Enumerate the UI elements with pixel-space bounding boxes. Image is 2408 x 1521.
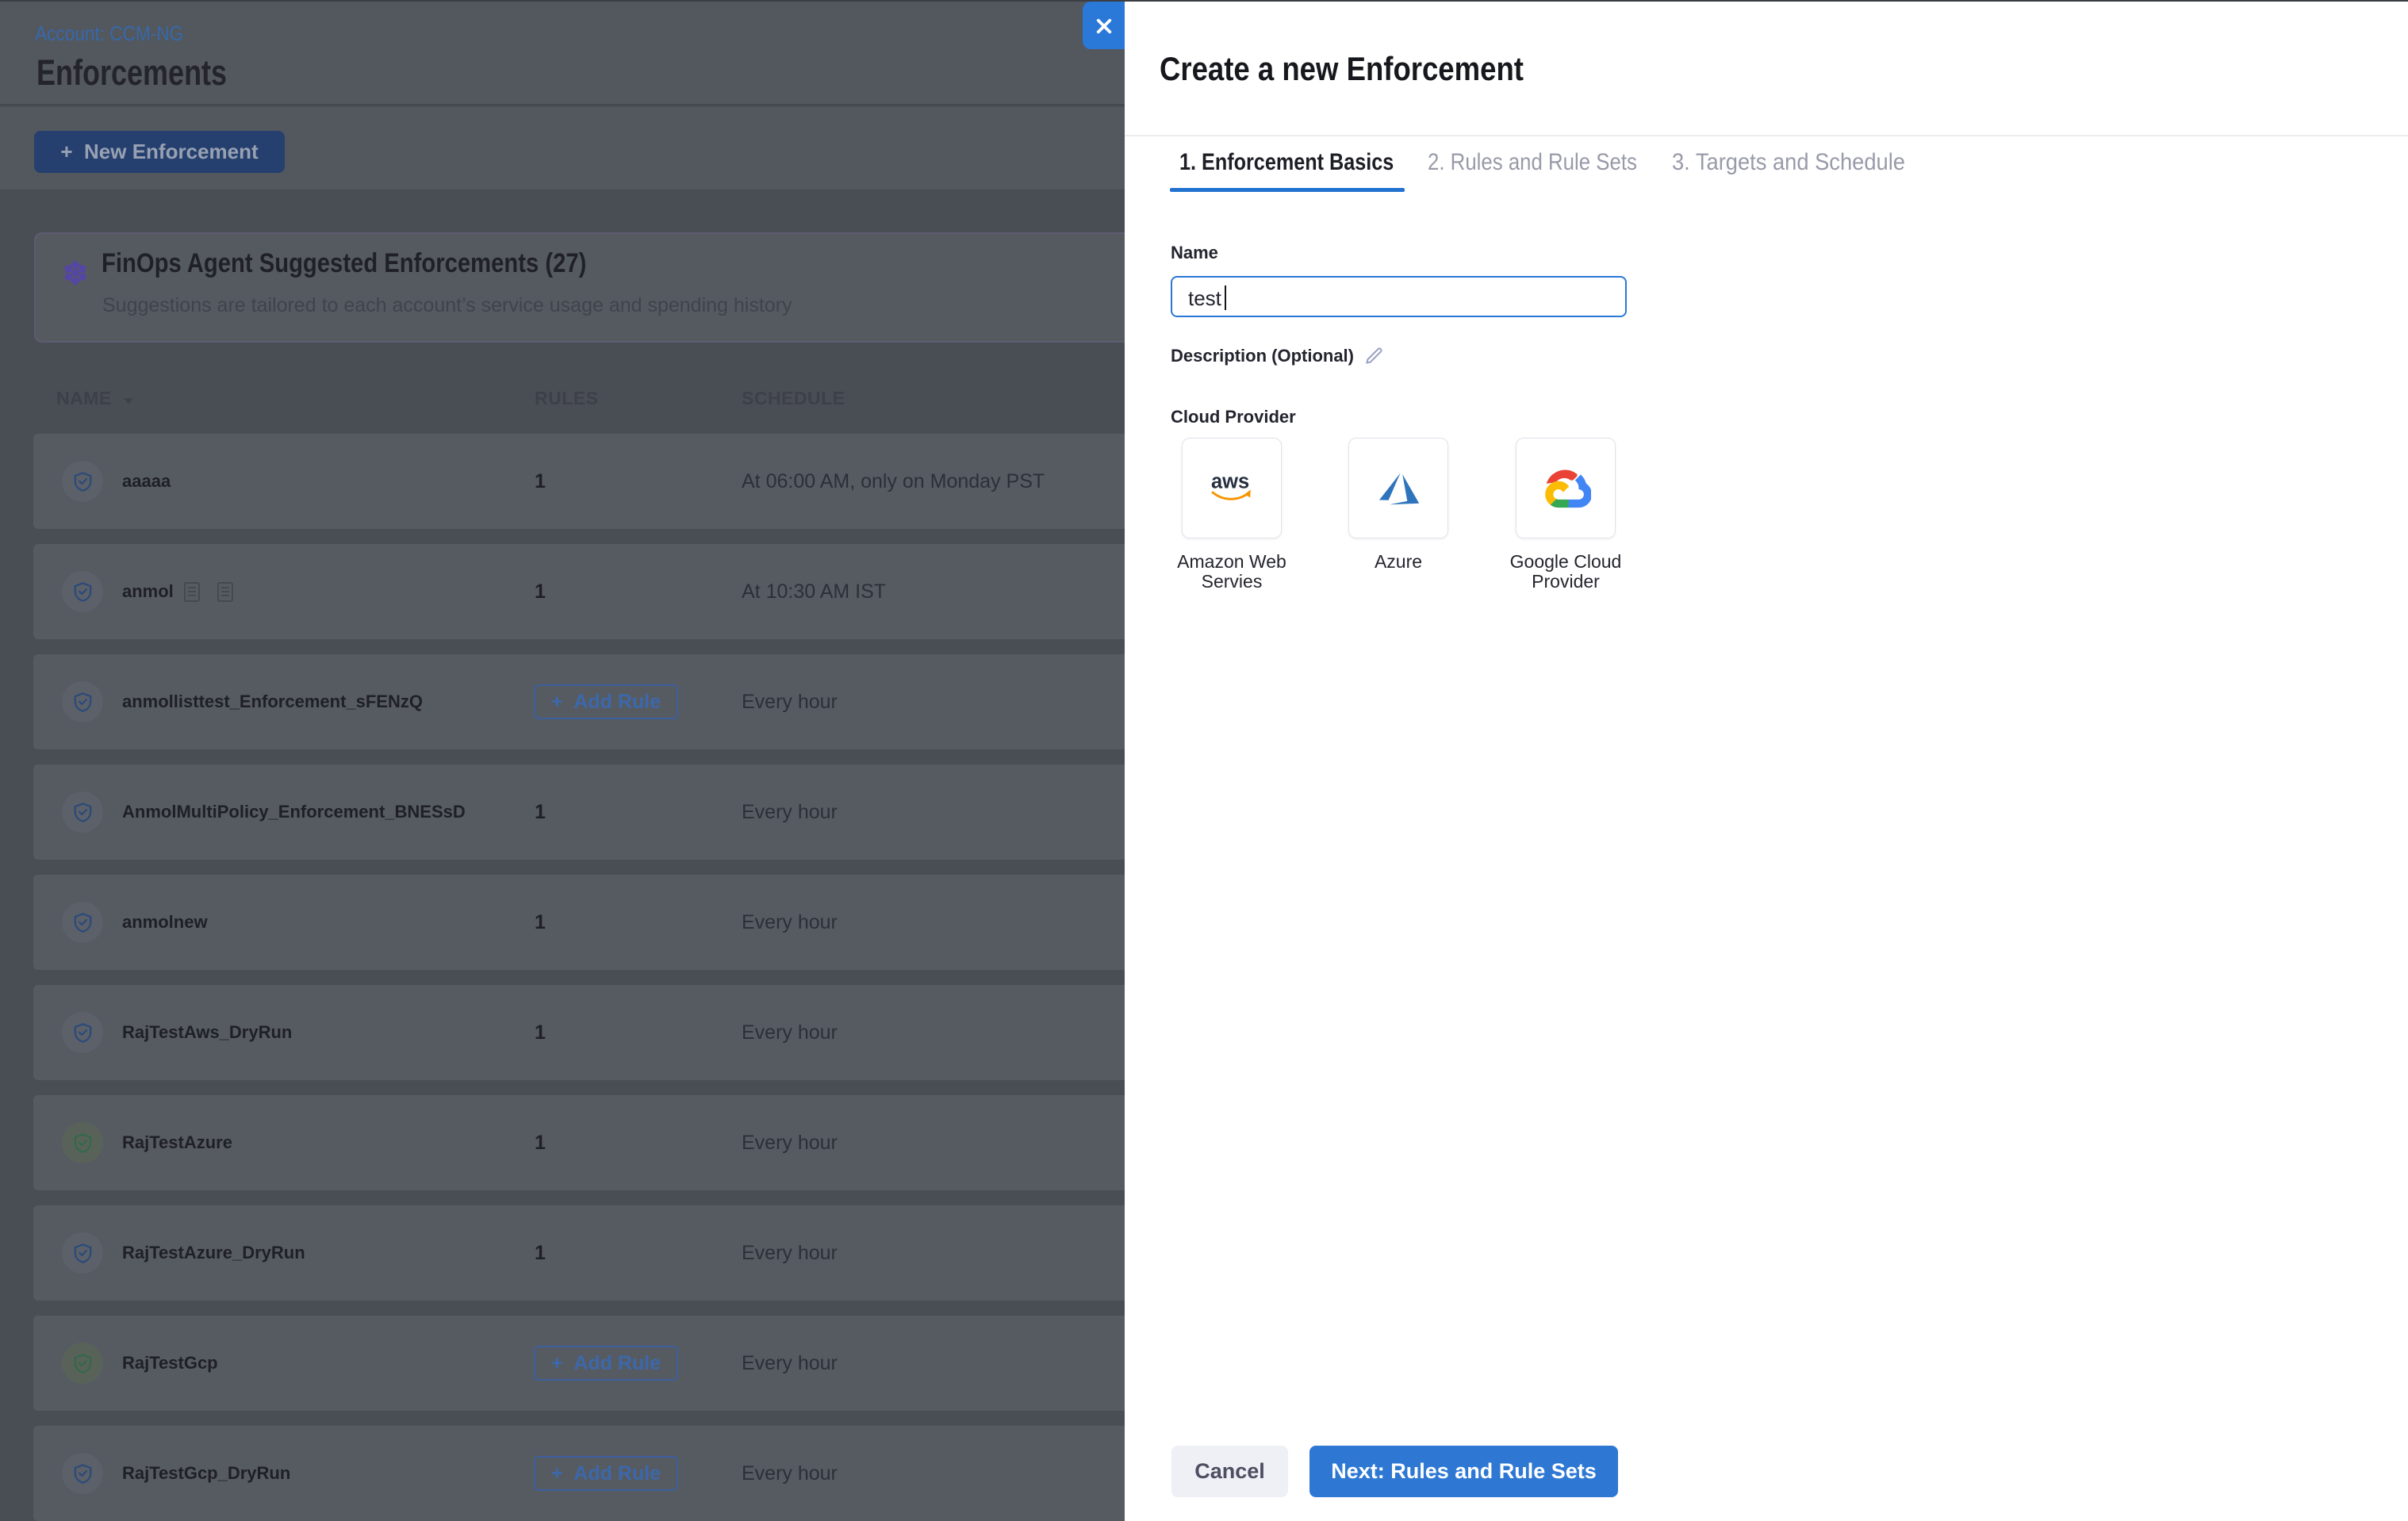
- svg-text:aws: aws: [1211, 471, 1249, 493]
